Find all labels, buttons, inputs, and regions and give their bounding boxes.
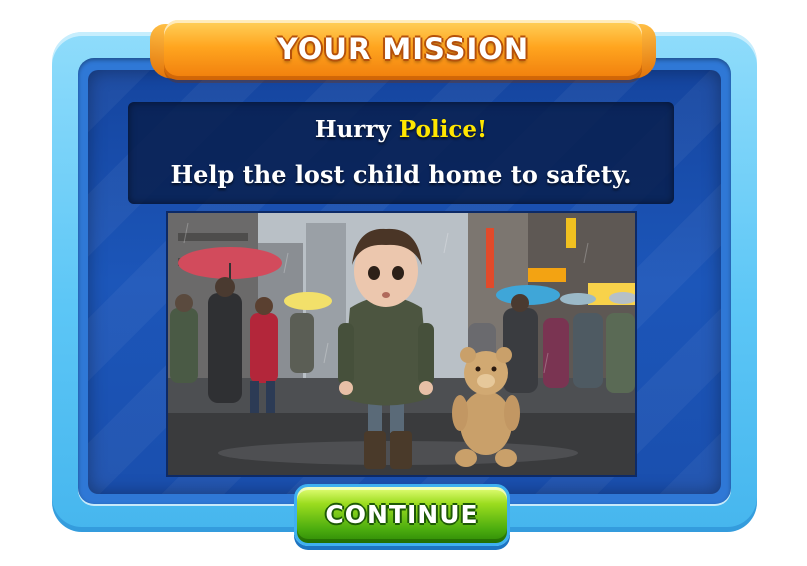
mission-highlight-police: Police! [398,116,488,143]
mission-line-1-prefix: Hurry [314,116,399,143]
mission-line-2: Help the lost child home to safety. [170,160,632,189]
mission-dialog: YOUR MISSION Hurry Police! Help the lost… [0,0,807,566]
mission-line-1: Hurry Police! [128,116,674,143]
dialog-title: YOUR MISSION [276,32,530,66]
continue-button[interactable]: CONTINUE [294,484,510,546]
lost-child-illustration-icon [168,213,635,475]
mission-text-box: Hurry Police! Help the lost child home t… [128,102,674,204]
title-banner: YOUR MISSION [150,14,656,86]
mission-illustration [166,211,637,477]
continue-button-label: CONTINUE [325,500,479,529]
